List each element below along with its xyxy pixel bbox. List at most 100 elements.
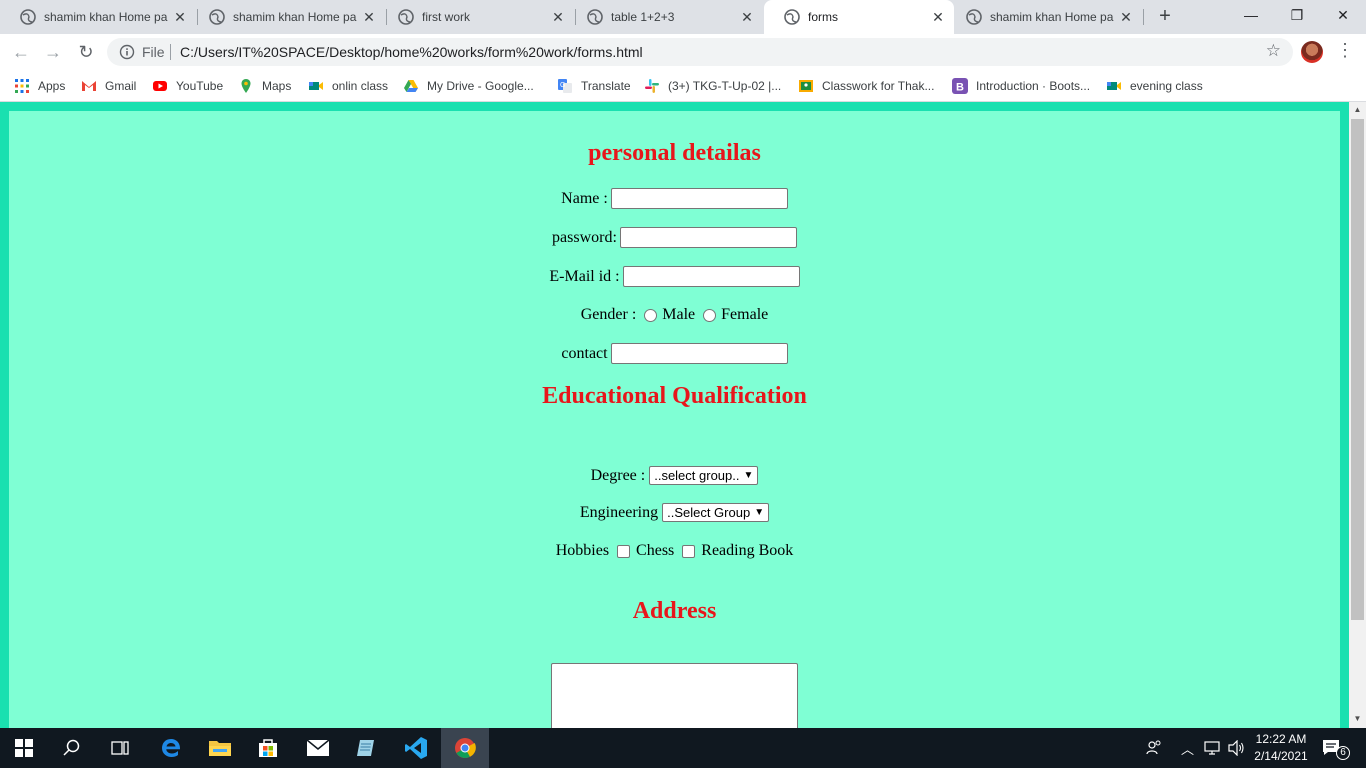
- address-textarea[interactable]: [551, 663, 798, 728]
- forward-button[interactable]: →: [41, 40, 65, 64]
- gender-male-radio[interactable]: [644, 308, 658, 322]
- bookmark-label: Maps: [262, 79, 292, 93]
- bookmark-translate[interactable]: G Translate: [557, 76, 631, 96]
- close-tab-icon[interactable]: ✕: [359, 9, 379, 26]
- scroll-up-arrow-icon[interactable]: ▲: [1349, 105, 1366, 114]
- page-scrollbar[interactable]: ▲ ▼: [1349, 102, 1366, 728]
- password-input[interactable]: [619, 227, 797, 248]
- bookmark-label: Translate: [581, 79, 631, 93]
- bookmark-star-icon[interactable]: ☆: [1266, 41, 1281, 61]
- search-button[interactable]: [48, 728, 96, 768]
- url-text[interactable]: C:/Users/IT%20SPACE/Desktop/home%20works…: [180, 44, 643, 60]
- browser-toolbar: ← → ↻ File C:/Users/IT%20SPACE/Desktop/h…: [0, 34, 1366, 70]
- gender-female-radio[interactable]: [703, 308, 717, 322]
- name-label: Name :: [561, 189, 608, 207]
- tab-2[interactable]: shamim khan Home pa ✕: [189, 0, 385, 34]
- back-button[interactable]: ←: [9, 40, 33, 64]
- network-tray-icon[interactable]: [1204, 728, 1222, 768]
- degree-select[interactable]: ..select group.. ▼: [649, 466, 759, 485]
- people-tray-icon[interactable]: [1145, 728, 1163, 768]
- bookmarks-bar: Apps Gmail YouTube Maps onlin class My D…: [0, 70, 1366, 102]
- restore-button[interactable]: ❐: [1274, 0, 1320, 30]
- address-bar[interactable]: File C:/Users/IT%20SPACE/Desktop/home%20…: [107, 38, 1293, 66]
- bookmark-apps[interactable]: Apps: [14, 76, 65, 96]
- close-tab-icon[interactable]: ✕: [1116, 9, 1136, 26]
- chevron-down-icon: ▼: [743, 470, 754, 481]
- password-row: password:: [9, 227, 1340, 248]
- page-viewport: personal detailas Name : password: E-Mai…: [0, 102, 1349, 728]
- info-icon[interactable]: [119, 44, 135, 60]
- close-window-button[interactable]: ✕: [1320, 0, 1366, 30]
- bookmark-maps[interactable]: Maps: [238, 76, 291, 96]
- notepad-taskbar-button[interactable]: [342, 728, 390, 768]
- youtube-icon: [153, 81, 167, 91]
- action-center-button[interactable]: 6: [1322, 728, 1350, 768]
- close-tab-icon[interactable]: ✕: [737, 9, 757, 26]
- reload-button[interactable]: ↻: [74, 40, 98, 64]
- name-input[interactable]: [610, 188, 788, 209]
- bookmark-bootstrap[interactable]: B Introduction · Boots...: [952, 76, 1090, 96]
- bookmark-youtube[interactable]: YouTube: [152, 76, 223, 96]
- bootstrap-icon: B: [952, 78, 968, 94]
- edge-taskbar-button[interactable]: [147, 728, 195, 768]
- chrome-taskbar-button[interactable]: [441, 728, 489, 768]
- tab-3[interactable]: first work ✕: [378, 0, 574, 34]
- folder-icon: [209, 741, 231, 756]
- taskbar-clock[interactable]: 12:22 AM 2/14/2021: [1248, 731, 1314, 765]
- scroll-down-arrow-icon[interactable]: ▼: [1349, 714, 1366, 723]
- file-explorer-taskbar-button[interactable]: [196, 728, 244, 768]
- meet-icon: [309, 82, 323, 90]
- globe-icon: [398, 9, 414, 25]
- close-tab-icon[interactable]: ✕: [548, 9, 568, 26]
- bookmark-gmail[interactable]: Gmail: [81, 76, 136, 96]
- volume-tray-icon[interactable]: [1228, 728, 1246, 768]
- tab-4[interactable]: table 1+2+3 ✕: [567, 0, 763, 34]
- hobby-chess-checkbox[interactable]: [617, 544, 631, 558]
- browser-menu-icon[interactable]: ⋮: [1336, 40, 1354, 61]
- bookmark-slack[interactable]: (3+) TKG-T-Up-02 |...: [644, 76, 781, 96]
- contact-row: contact: [9, 343, 1340, 364]
- bookmark-my-drive[interactable]: My Drive - Google...: [403, 76, 534, 96]
- task-view-button[interactable]: [96, 728, 144, 768]
- mail-taskbar-button[interactable]: [294, 728, 342, 768]
- show-hidden-icons-button[interactable]: ︿: [1181, 728, 1194, 768]
- contact-input[interactable]: [610, 343, 788, 364]
- scheme-label: File: [142, 44, 165, 60]
- profile-avatar[interactable]: [1301, 41, 1323, 63]
- email-row: E-Mail id :: [9, 266, 1340, 287]
- meet-icon: [1107, 82, 1121, 90]
- svg-text:G: G: [560, 82, 565, 89]
- store-taskbar-button[interactable]: [244, 728, 292, 768]
- gender-female-label: Female: [721, 306, 769, 323]
- bookmark-classwork[interactable]: Classwork for Thak...: [798, 76, 934, 96]
- bookmark-label: onlin class: [332, 79, 389, 93]
- hobby-reading-checkbox[interactable]: [682, 544, 696, 558]
- new-tab-button[interactable]: +: [1153, 5, 1177, 29]
- tab-title: forms: [808, 10, 838, 24]
- edge-icon: [162, 739, 181, 757]
- tab-title: table 1+2+3: [611, 10, 675, 24]
- email-input[interactable]: [622, 266, 800, 287]
- scrollbar-thumb[interactable]: [1351, 119, 1364, 620]
- start-button[interactable]: [0, 728, 48, 768]
- tab-5-active[interactable]: forms ✕: [764, 0, 954, 34]
- tab-1[interactable]: shamim khan Home pa ✕: [0, 0, 196, 34]
- engineering-select[interactable]: ..Select Group ▼: [662, 503, 770, 522]
- vscode-icon: [405, 737, 427, 759]
- vscode-taskbar-button[interactable]: [392, 728, 440, 768]
- notification-count-badge: 6: [1336, 746, 1350, 760]
- svg-text:B: B: [956, 82, 964, 94]
- bookmark-onlin-class[interactable]: onlin class: [308, 76, 388, 96]
- close-tab-icon[interactable]: ✕: [170, 9, 190, 26]
- bookmark-evening-class[interactable]: evening class: [1106, 76, 1203, 96]
- store-icon: [259, 739, 277, 757]
- apps-grid-icon: [15, 79, 29, 93]
- minimize-button[interactable]: —: [1228, 0, 1274, 30]
- tab-6[interactable]: shamim khan Home pa ✕: [946, 0, 1142, 34]
- tab-title: shamim khan Home pa: [44, 10, 168, 24]
- gender-row: Gender : Male Female: [9, 306, 1340, 324]
- contact-label: contact: [561, 344, 608, 362]
- close-tab-icon[interactable]: ✕: [928, 9, 948, 26]
- tab-title: shamim khan Home pa: [233, 10, 357, 24]
- chrome-icon: [455, 738, 476, 759]
